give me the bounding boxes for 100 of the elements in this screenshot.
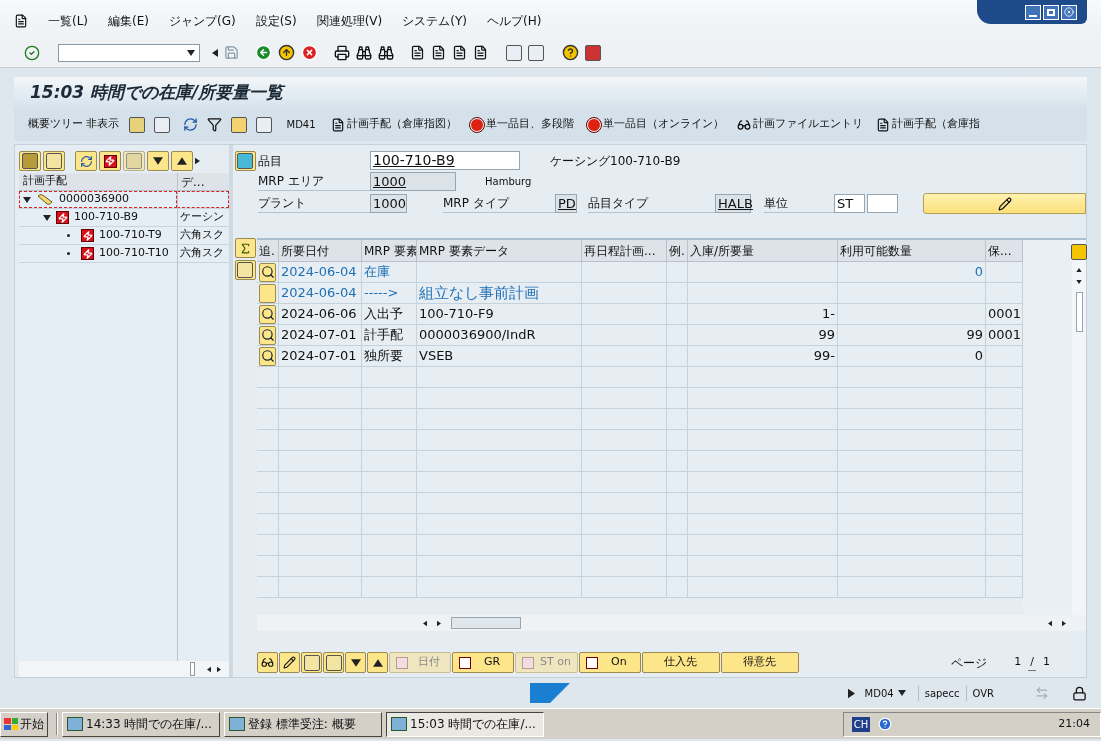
back-triangle-icon[interactable] xyxy=(212,47,218,58)
menu-item[interactable]: 関連処理(V) xyxy=(316,12,383,30)
scroll-left-icon[interactable] xyxy=(423,619,427,627)
first-page-icon[interactable] xyxy=(410,45,425,60)
scroll-right-icon[interactable] xyxy=(217,665,221,673)
toolbar-button[interactable]: 計画手配（倉庫指 xyxy=(875,116,980,133)
start-button[interactable]: 开始 xyxy=(0,711,48,737)
expand-all-button[interactable] xyxy=(147,151,169,171)
bullet-icon xyxy=(67,234,70,237)
minimize-button[interactable] xyxy=(1025,4,1041,20)
collapse-all-button[interactable] xyxy=(171,151,193,171)
filter-icon[interactable] xyxy=(206,117,222,132)
tree-node[interactable]: 100-710-T10 xyxy=(19,245,177,262)
component-icon xyxy=(56,211,69,224)
tree-node-label: 100-710-T10 xyxy=(99,245,169,262)
input-field[interactable]: HALB xyxy=(715,194,751,213)
language-indicator[interactable]: CH xyxy=(851,716,871,732)
back-icon[interactable] xyxy=(255,44,272,61)
refresh-icon[interactable] xyxy=(182,117,198,132)
lock-icon[interactable] xyxy=(1072,685,1087,701)
scroll-right-icon[interactable] xyxy=(1062,619,1066,627)
edit-button[interactable] xyxy=(279,652,300,673)
next-page-icon[interactable] xyxy=(452,45,467,60)
down-triangle-icon[interactable] xyxy=(350,658,361,667)
input-field[interactable]: PD xyxy=(555,194,577,213)
menu-item[interactable]: 設定(S) xyxy=(255,12,297,30)
tree-tool-button[interactable] xyxy=(75,151,97,171)
menu-item[interactable]: ヘルプ(H) xyxy=(486,12,542,30)
save-icon[interactable] xyxy=(224,45,239,60)
exit-icon[interactable] xyxy=(278,44,295,61)
toolbar-button[interactable]: 計画手配（倉庫指図） xyxy=(330,116,457,133)
scroll-thumb[interactable] xyxy=(451,617,521,629)
component-icon xyxy=(81,247,94,260)
scroll-thumb[interactable] xyxy=(1075,292,1083,332)
tree-node[interactable]: 100-710-B9 xyxy=(19,209,177,226)
scroll-down-icon[interactable] xyxy=(1076,280,1082,284)
restore-button[interactable] xyxy=(1043,4,1059,20)
document-icon xyxy=(330,117,345,132)
vertical-scrollbar[interactable] xyxy=(1072,240,1086,615)
taskbar-button[interactable]: 登録 標準受注: 概要 xyxy=(224,711,382,737)
cancel-icon[interactable] xyxy=(301,44,318,61)
horizontal-scrollbar[interactable] xyxy=(19,661,229,677)
menu-item[interactable]: 一覧(L) xyxy=(48,12,89,30)
tree-node-label: 100-710-T9 xyxy=(99,227,162,244)
sap-logo xyxy=(530,683,570,703)
expand-triangle-icon[interactable] xyxy=(23,196,31,203)
toolbar-button[interactable]: 単一品目（オンライン） xyxy=(586,116,724,133)
column-header[interactable]: 計画手配 xyxy=(19,173,177,190)
horizontal-scrollbar[interactable] xyxy=(257,615,1086,631)
input-field[interactable]: ST xyxy=(834,194,865,213)
tree-tool-button[interactable] xyxy=(99,151,121,171)
menu-item[interactable]: ジャンプ(G) xyxy=(169,12,236,30)
dropdown-triangle-icon[interactable] xyxy=(187,49,195,56)
down-triangle-icon[interactable] xyxy=(153,157,163,165)
input-field[interactable]: 1000 xyxy=(370,172,456,191)
table-cell xyxy=(257,577,279,598)
expand-triangle-icon[interactable] xyxy=(43,214,51,221)
glasses-icon xyxy=(261,656,274,669)
scroll-right-icon[interactable] xyxy=(437,619,441,627)
expand-all-button[interactable] xyxy=(345,652,366,673)
table-cell xyxy=(362,577,417,598)
sum-button[interactable] xyxy=(234,238,256,258)
toolbar-button[interactable]: 単一品目、多段階 xyxy=(469,116,574,133)
last-page-icon[interactable] xyxy=(473,45,488,60)
status-triangle-icon[interactable] xyxy=(847,687,855,699)
menu-item[interactable]: 編集(E) xyxy=(108,12,149,30)
scroll-left-icon[interactable] xyxy=(207,665,211,673)
tree-node[interactable]: 100-710-T9 xyxy=(19,227,177,244)
close-button[interactable] xyxy=(1061,4,1077,20)
tree-node[interactable]: 0000036900 xyxy=(19,191,177,208)
menu-icon[interactable] xyxy=(14,14,28,28)
glasses-button[interactable] xyxy=(257,652,278,673)
function-button[interactable]: GR xyxy=(452,652,514,673)
previous-page-icon[interactable] xyxy=(431,45,446,60)
input-field[interactable]: 1000 xyxy=(370,194,407,213)
function-button[interactable]: 得意先 xyxy=(720,652,799,673)
taskbar-button[interactable]: 15:03 時間での在庫/... xyxy=(386,711,544,737)
function-button[interactable]: 仕入先 xyxy=(641,652,720,673)
toolbar-button[interactable]: MD41 xyxy=(286,117,316,132)
scroll-thumb[interactable] xyxy=(190,662,195,676)
help-icon[interactable] xyxy=(562,44,579,61)
input-field[interactable]: 100-710-B9 xyxy=(370,151,520,170)
enter-icon[interactable] xyxy=(24,44,40,61)
function-button[interactable]: On xyxy=(578,652,641,673)
toolbar-button[interactable]: 計画ファイルエントリ xyxy=(736,116,863,133)
print-icon[interactable] xyxy=(334,44,350,61)
find-next-icon[interactable] xyxy=(378,44,394,61)
collapse-all-button[interactable] xyxy=(367,652,388,673)
scroll-left-icon[interactable] xyxy=(1048,619,1052,627)
taskbar-button[interactable]: 14:33 時間での在庫/... xyxy=(62,711,220,737)
menu-item[interactable]: システム(Y) xyxy=(402,12,467,30)
component-icon xyxy=(81,229,94,242)
tree-node-label: 100-710-B9 xyxy=(74,209,139,226)
find-icon[interactable] xyxy=(356,44,372,61)
more-triangle-icon[interactable] xyxy=(195,157,200,165)
scroll-up-icon[interactable] xyxy=(1076,268,1082,272)
dropdown-triangle-icon[interactable] xyxy=(897,690,906,696)
input-field[interactable] xyxy=(867,194,898,213)
toolbar-button[interactable]: 概要ツリー 非表示 xyxy=(28,116,120,133)
command-field[interactable] xyxy=(58,43,200,62)
